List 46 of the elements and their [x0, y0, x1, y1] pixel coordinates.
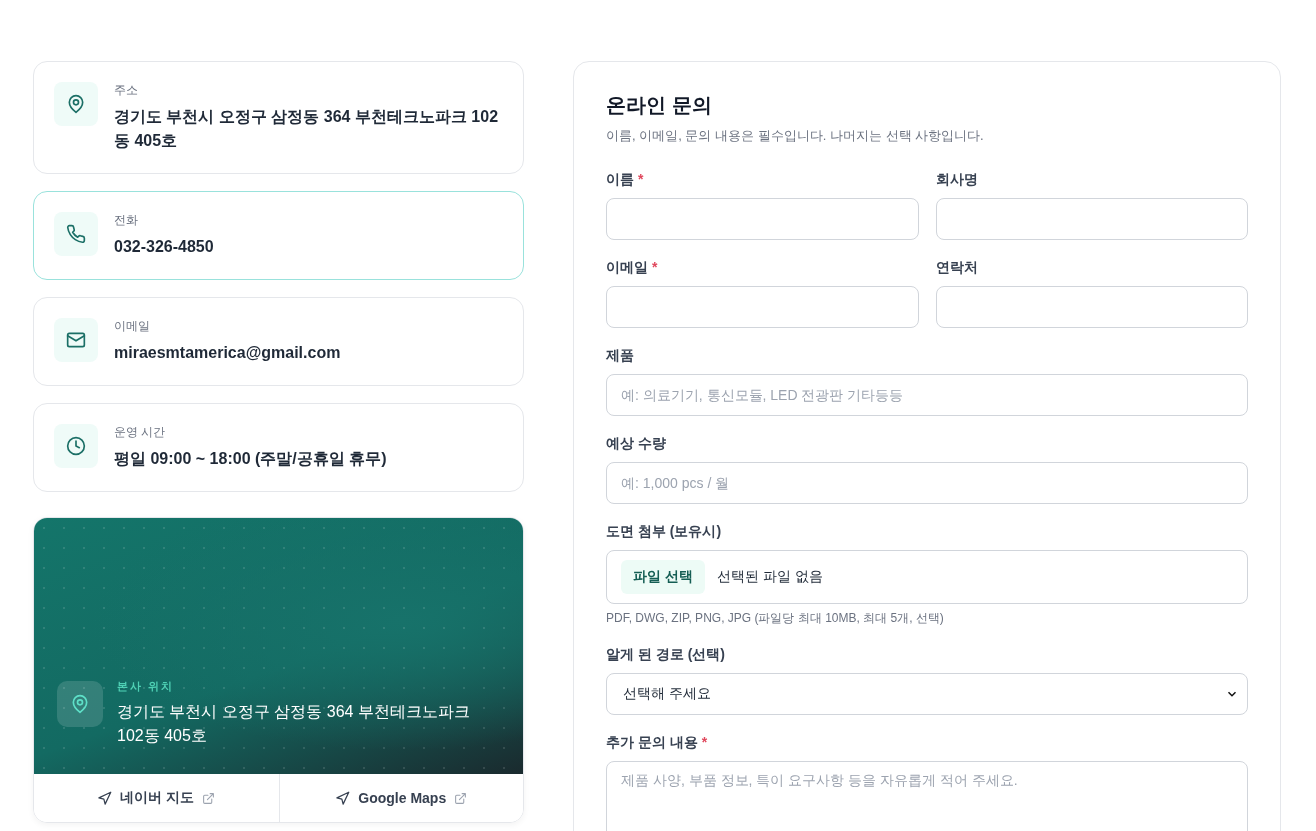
field-label: 이름: [606, 171, 634, 189]
field-label: 알게 된 경로 (선택): [606, 646, 725, 664]
choose-file-button[interactable]: 파일 선택: [621, 560, 705, 594]
location-pin-icon: [66, 94, 86, 114]
contact-label: 전화: [114, 212, 139, 229]
field-label: 추가 문의 내용: [606, 734, 698, 752]
required-mark: *: [701, 734, 708, 752]
field-label: 예상 수량: [606, 435, 666, 453]
field-label: 도면 첨부 (보유시): [606, 523, 722, 541]
field-hint: PDF, DWG, ZIP, PNG, JPG (파일당 최대 10MB, 최대 5개, 선택): [606, 610, 945, 627]
form-title: 온라인 문의: [606, 93, 713, 118]
contact-value: 평일 09:00 ~ 18:00 (주말/공휴일 휴무): [114, 449, 387, 469]
input-field[interactable]: [935, 286, 1248, 328]
contact-label: 주소: [114, 82, 139, 99]
select-field[interactable]: 선택해 주세요: [606, 673, 1248, 715]
location-pin-icon: [70, 694, 90, 714]
input-field[interactable]: [935, 198, 1248, 240]
contact-value: miraesmtamerica@gmail.com: [114, 343, 341, 363]
external-link-icon: [202, 791, 216, 805]
map-link[interactable]: 네이버 지도: [34, 774, 279, 822]
contact-value: 032-326-4850: [114, 237, 214, 257]
navigation-arrow-icon: [335, 790, 351, 806]
field-label: 이메일: [606, 259, 648, 277]
contact-value: 경기도 부천시 오정구 삼정동 364 부천테크노파크 102동 405호: [114, 107, 500, 151]
field-label: 제품: [606, 347, 634, 365]
map-label: 본사 위치: [117, 679, 176, 694]
field-label: 연락처: [935, 259, 978, 277]
required-mark: *: [652, 259, 658, 277]
input-field[interactable]: [606, 198, 919, 240]
form-subtitle: 이름, 이메일, 문의 내용은 필수입니다. 나머지는 선택 사항입니다.: [606, 127, 985, 145]
message-field[interactable]: 제품 사양, 부품 정보, 특이 요구사항 등을 자유롭게 적어 주세요.: [606, 761, 1248, 831]
contact-label: 이메일: [114, 318, 151, 335]
navigation-arrow-icon: [97, 790, 113, 806]
contact-label: 운영 시간: [114, 424, 167, 441]
clock-icon: [66, 436, 86, 456]
map-address: 경기도 부천시 오정구 삼정동 364 부천테크노파크 102동 405호: [117, 702, 471, 746]
input-field[interactable]: 예: 의료기기, 통신모듈, LED 전광판 기타등등: [606, 374, 1248, 416]
map-link[interactable]: Google Maps: [278, 774, 523, 822]
field-label: 회사명: [935, 171, 978, 189]
input-field[interactable]: 예: 1,000 pcs / 월: [606, 462, 1248, 504]
mail-icon: [66, 330, 86, 350]
required-mark: *: [638, 171, 644, 189]
external-link-icon: [454, 791, 468, 805]
input-field[interactable]: [606, 286, 919, 328]
phone-icon: [66, 224, 86, 244]
file-status: 선택된 파일 없음: [716, 568, 823, 586]
